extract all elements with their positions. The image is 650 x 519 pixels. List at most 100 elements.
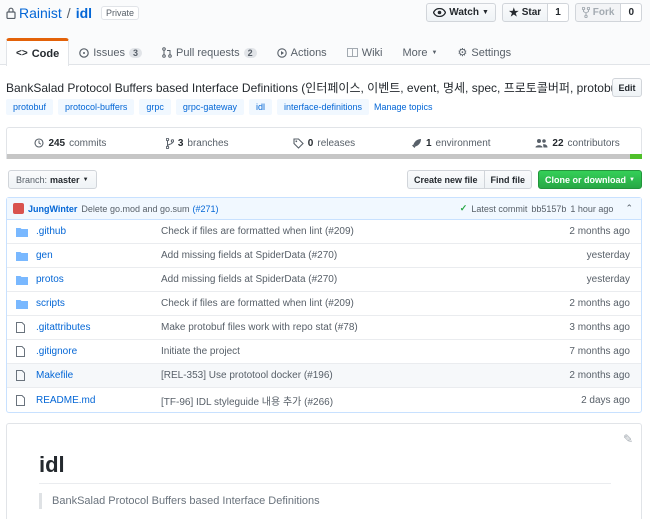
star-count[interactable]: 1 — [548, 3, 569, 22]
branch-icon — [165, 137, 174, 149]
file-icon — [16, 322, 25, 333]
watch-label: Watch — [449, 7, 479, 18]
topic-tag[interactable]: protobuf — [6, 99, 54, 115]
file-commit-message[interactable]: Check if files are formatted when lint (… — [161, 226, 354, 237]
tab-wiki-label: Wiki — [361, 46, 383, 59]
star-icon: ★ — [508, 7, 519, 19]
tab-code[interactable]: <> Code — [6, 38, 70, 66]
tab-pull-requests[interactable]: Pull requests 2 — [152, 38, 267, 66]
readme-title: idl — [39, 452, 65, 477]
tab-wiki[interactable]: Wiki — [337, 38, 393, 66]
file-name-link[interactable]: gen — [36, 250, 161, 261]
edit-description-button[interactable]: Edit — [612, 78, 642, 97]
file-commit-message[interactable]: Make protobuf files work with repo stat … — [161, 322, 358, 333]
topics-list: protobuf protocol-buffers grpc grpc-gate… — [6, 99, 433, 115]
commit-author-link[interactable]: JungWinter — [28, 204, 77, 214]
tab-more[interactable]: More ▼ — [392, 38, 447, 66]
language-segment — [630, 154, 642, 159]
topic-tag[interactable]: grpc — [139, 99, 171, 115]
repo-title: Rainist / idl Private — [6, 5, 140, 21]
tab-more-label: More — [402, 46, 428, 59]
repo-description: BankSalad Protocol Buffers based Interfa… — [6, 81, 625, 95]
repo-name-link[interactable]: idl — [76, 5, 92, 21]
fork-count[interactable]: 0 — [621, 3, 642, 22]
rocket-icon — [411, 138, 421, 148]
clone-or-download-button[interactable]: Clone or download ▼ — [538, 170, 642, 189]
find-file-button[interactable]: Find file — [483, 170, 533, 189]
file-icon — [16, 370, 25, 381]
divider — [39, 483, 611, 484]
file-icon — [16, 346, 25, 357]
chevron-down-icon: ▼ — [431, 49, 438, 56]
lock-icon — [6, 7, 16, 19]
table-row: protos Add missing fields at SpiderData … — [7, 268, 641, 292]
file-name-link[interactable]: README.md — [36, 395, 161, 406]
table-row: Makefile [REL-353] Use prototool docker … — [7, 364, 641, 388]
contributors-label: contributors — [567, 137, 620, 149]
contributors-summary[interactable]: 22 contributors — [514, 138, 641, 149]
commit-sha-link[interactable]: bb5157b — [531, 204, 566, 214]
language-bar[interactable] — [7, 154, 642, 159]
watch-button[interactable]: Watch ▼ — [426, 3, 496, 22]
environment-count: 1 — [425, 137, 432, 149]
repo-actions: Watch ▼ ★ Star 1 Fork 0 — [426, 3, 642, 22]
environment-summary[interactable]: 1 environment — [387, 138, 514, 149]
file-commit-message[interactable]: Check if files are formatted when lint (… — [161, 298, 354, 309]
file-commit-message[interactable]: Add missing fields at SpiderData (#270) — [161, 250, 337, 261]
topic-tag[interactable]: idl — [248, 99, 272, 115]
manage-topics-link[interactable]: Manage topics — [374, 102, 433, 112]
star-button[interactable]: ★ Star — [501, 3, 549, 22]
file-age: 2 months ago — [569, 298, 630, 309]
topic-tag[interactable]: interface-definitions — [276, 99, 370, 115]
file-name-link[interactable]: .gitignore — [36, 346, 161, 357]
fork-icon — [581, 7, 590, 18]
tab-pull-requests-label: Pull requests — [176, 46, 240, 59]
tab-actions[interactable]: Actions — [267, 38, 337, 66]
branch-prefix: Branch: — [16, 174, 48, 185]
create-new-file-button[interactable]: Create new file — [407, 170, 484, 189]
releases-summary[interactable]: 0 releases — [261, 138, 388, 149]
file-name-link[interactable]: protos — [36, 274, 161, 285]
commit-pr-link[interactable]: (#271) — [193, 204, 219, 214]
file-name-link[interactable]: Makefile — [36, 370, 161, 381]
folder-icon — [16, 227, 28, 237]
commits-summary[interactable]: 245 commits — [7, 138, 134, 149]
repo-owner-link[interactable]: Rainist — [19, 5, 62, 21]
table-row: gen Add missing fields at SpiderData (#2… — [7, 244, 641, 268]
play-icon — [276, 47, 287, 58]
tab-code-label: Code — [31, 47, 60, 60]
folder-icon — [16, 251, 28, 261]
table-row: scripts Check if files are formatted whe… — [7, 292, 641, 316]
releases-label: releases — [317, 137, 356, 149]
tab-issues-label: Issues — [93, 46, 125, 59]
eye-icon — [433, 8, 447, 17]
folder-icon — [16, 299, 28, 309]
topic-tag[interactable]: grpc-gateway — [175, 99, 244, 115]
check-icon: ✓ — [459, 203, 468, 213]
file-navigation-actions: Create new file Find file Clone or downl… — [407, 170, 642, 189]
readme-quote: BankSalad Protocol Buffers based Interfa… — [39, 493, 320, 509]
file-commit-message[interactable]: Add missing fields at SpiderData (#270) — [161, 274, 337, 285]
file-commit-message[interactable]: [TF-96] IDL styleguide 내용 추가 (#266) — [161, 393, 333, 408]
file-commit-message[interactable]: [REL-353] Use prototool docker (#196) — [161, 370, 333, 381]
pencil-icon[interactable]: ✎ — [623, 432, 633, 446]
branch-select[interactable]: Branch: master ▼ — [8, 170, 97, 189]
code-icon: <> — [16, 48, 28, 59]
file-commit-message[interactable]: Initiate the project — [161, 346, 240, 357]
tag-icon — [293, 137, 304, 149]
tab-settings[interactable]: ⚙ Settings — [447, 38, 521, 66]
fork-button[interactable]: Fork — [574, 3, 622, 22]
file-name-link[interactable]: .gitattributes — [36, 322, 161, 333]
tab-issues[interactable]: Issues 3 — [69, 38, 152, 66]
latest-commit-bar: JungWinter Delete go.mod and go.sum (#27… — [7, 198, 641, 220]
branches-summary[interactable]: 3 branches — [134, 137, 261, 149]
file-name-link[interactable]: .github — [36, 226, 161, 237]
topic-tag[interactable]: protocol-buffers — [58, 99, 135, 115]
avatar[interactable] — [13, 203, 24, 214]
chevron-up-icon[interactable]: ⌃ — [625, 203, 633, 214]
file-name-link[interactable]: scripts — [36, 298, 161, 309]
tab-actions-label: Actions — [290, 46, 327, 59]
file-list-box: JungWinter Delete go.mod and go.sum (#27… — [6, 197, 642, 413]
commit-message-link[interactable]: Delete go.mod and go.sum — [81, 204, 189, 214]
file-table: .github Check if files are formatted whe… — [7, 220, 641, 412]
